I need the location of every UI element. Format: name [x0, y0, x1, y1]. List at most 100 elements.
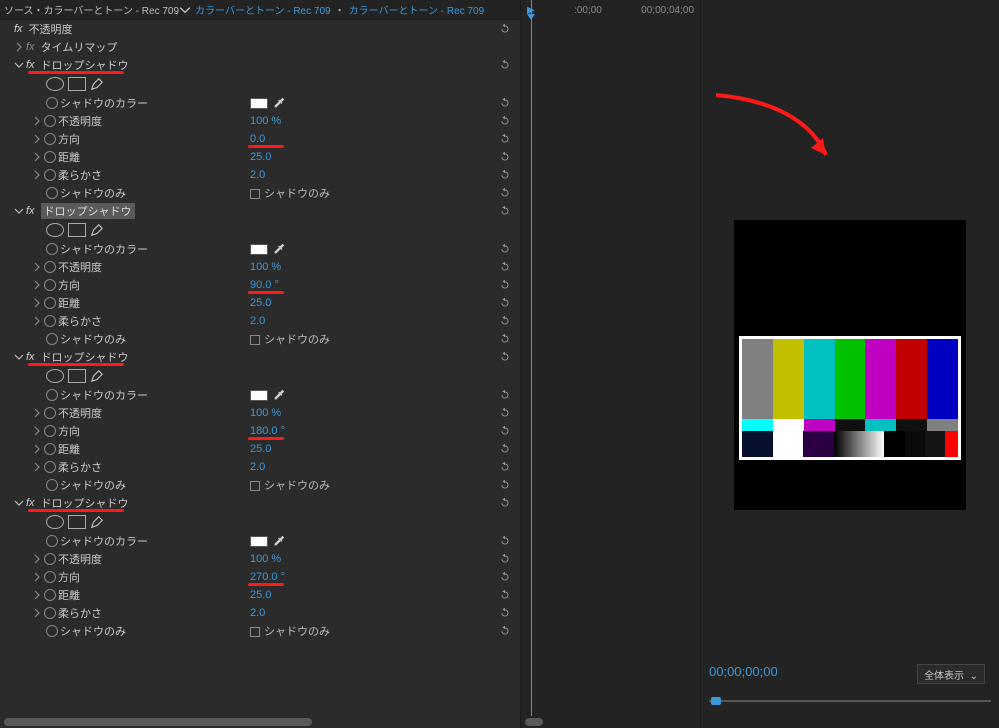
- reset-icon[interactable]: [498, 96, 514, 110]
- twirl-right-icon[interactable]: [32, 116, 42, 126]
- reset-icon[interactable]: [498, 58, 514, 72]
- reset-icon[interactable]: [498, 260, 514, 274]
- pen-mask-icon[interactable]: [90, 223, 104, 237]
- stopwatch-icon[interactable]: [46, 389, 58, 401]
- value-opacity[interactable]: 100 %: [250, 553, 281, 565]
- reset-icon[interactable]: [498, 606, 514, 620]
- value-opacity[interactable]: 100 %: [250, 115, 281, 127]
- eyedropper-icon[interactable]: [272, 388, 286, 402]
- twirl-right-icon[interactable]: [32, 462, 42, 472]
- stopwatch-icon[interactable]: [44, 133, 56, 145]
- checkbox[interactable]: [250, 627, 260, 637]
- prop-softness[interactable]: 柔らかさ 2.0: [0, 166, 520, 184]
- prop-opacity[interactable]: 不透明度 100 %: [0, 112, 520, 130]
- stopwatch-icon[interactable]: [46, 333, 58, 345]
- prop-shadow-color[interactable]: シャドウのカラー: [0, 532, 520, 550]
- playhead[interactable]: [531, 0, 532, 716]
- clip-link-1[interactable]: カラーバーとトーン - Rec 709: [195, 2, 331, 17]
- reset-icon[interactable]: [498, 442, 514, 456]
- reset-icon[interactable]: [498, 168, 514, 182]
- checkbox[interactable]: [250, 189, 260, 199]
- twirl-right-icon[interactable]: [32, 408, 42, 418]
- reset-icon[interactable]: [498, 150, 514, 164]
- twirl-right-icon[interactable]: [32, 444, 42, 454]
- effect-dropshadow-header[interactable]: fx ドロップシャドウ: [0, 494, 520, 512]
- rect-mask-icon[interactable]: [68, 515, 86, 529]
- value-direction[interactable]: 270.0 °: [250, 571, 285, 583]
- prop-direction[interactable]: 方向 180.0 °: [0, 422, 520, 440]
- effect-dropshadow-header[interactable]: fx ドロップシャドウ: [0, 348, 520, 366]
- ellipse-mask-icon[interactable]: [46, 223, 64, 237]
- reset-icon[interactable]: [498, 424, 514, 438]
- value-distance[interactable]: 25.0: [250, 589, 271, 601]
- color-swatch[interactable]: [250, 98, 268, 109]
- prop-shadow-only[interactable]: シャドウのみ シャドウのみ: [0, 622, 520, 640]
- twirl-right-icon[interactable]: [32, 554, 42, 564]
- value-softness[interactable]: 2.0: [250, 461, 265, 473]
- color-swatch[interactable]: [250, 536, 268, 547]
- stopwatch-icon[interactable]: [44, 115, 56, 127]
- stopwatch-icon[interactable]: [46, 479, 58, 491]
- stopwatch-icon[interactable]: [44, 425, 56, 437]
- reset-icon[interactable]: [498, 534, 514, 548]
- stopwatch-icon[interactable]: [44, 315, 56, 327]
- stopwatch-icon[interactable]: [46, 535, 58, 547]
- reset-icon[interactable]: [498, 204, 514, 218]
- pen-mask-icon[interactable]: [90, 369, 104, 383]
- stopwatch-icon[interactable]: [44, 279, 56, 291]
- prop-distance[interactable]: 距離 25.0: [0, 440, 520, 458]
- reset-icon[interactable]: [498, 278, 514, 292]
- value-softness[interactable]: 2.0: [250, 607, 265, 619]
- stopwatch-icon[interactable]: [46, 625, 58, 637]
- prop-opacity[interactable]: 不透明度 100 %: [0, 258, 520, 276]
- value-distance[interactable]: 25.0: [250, 151, 271, 163]
- prop-shadow-only[interactable]: シャドウのみ シャドウのみ: [0, 476, 520, 494]
- prop-direction[interactable]: 方向 270.0 °: [0, 568, 520, 586]
- value-direction[interactable]: 0.0: [250, 133, 265, 145]
- prop-softness[interactable]: 柔らかさ 2.0: [0, 312, 520, 330]
- ellipse-mask-icon[interactable]: [46, 77, 64, 91]
- reset-icon[interactable]: [498, 22, 514, 36]
- clip-link-2[interactable]: カラーバーとトーン - Rec 709: [349, 2, 485, 17]
- pen-mask-icon[interactable]: [90, 77, 104, 91]
- zoom-dropdown[interactable]: 全体表示 ⌄: [917, 664, 985, 684]
- twirl-right-icon[interactable]: [32, 152, 42, 162]
- timeline-scrollbar[interactable]: [523, 716, 698, 728]
- stopwatch-icon[interactable]: [44, 407, 56, 419]
- twirl-down-icon[interactable]: [14, 60, 24, 70]
- effect-name[interactable]: ドロップシャドウ: [41, 203, 135, 219]
- horizontal-scrollbar[interactable]: [2, 716, 518, 728]
- prop-distance[interactable]: 距離 25.0: [0, 294, 520, 312]
- stopwatch-icon[interactable]: [44, 151, 56, 163]
- checkbox[interactable]: [250, 335, 260, 345]
- prop-distance[interactable]: 距離 25.0: [0, 586, 520, 604]
- twirl-down-icon[interactable]: [14, 206, 24, 216]
- reset-icon[interactable]: [498, 132, 514, 146]
- value-direction[interactable]: 90.0 °: [250, 279, 279, 291]
- reset-icon[interactable]: [498, 350, 514, 364]
- reset-icon[interactable]: [498, 332, 514, 346]
- preview-video[interactable]: [734, 220, 966, 510]
- prop-shadow-only[interactable]: シャドウのみ シャドウのみ: [0, 184, 520, 202]
- stopwatch-icon[interactable]: [44, 553, 56, 565]
- reset-icon[interactable]: [498, 406, 514, 420]
- prop-shadow-color[interactable]: シャドウのカラー: [0, 94, 520, 112]
- twirl-down-icon[interactable]: [14, 352, 24, 362]
- rect-mask-icon[interactable]: [68, 77, 86, 91]
- value-softness[interactable]: 2.0: [250, 169, 265, 181]
- reset-icon[interactable]: [498, 496, 514, 510]
- reset-icon[interactable]: [498, 296, 514, 310]
- prop-softness[interactable]: 柔らかさ 2.0: [0, 604, 520, 622]
- twirl-right-icon[interactable]: [32, 170, 42, 180]
- twirl-right-icon[interactable]: [32, 426, 42, 436]
- effect-dropshadow-header[interactable]: fx ドロップシャドウ: [0, 202, 520, 220]
- twirl-right-icon[interactable]: [32, 316, 42, 326]
- stopwatch-icon[interactable]: [44, 297, 56, 309]
- stopwatch-icon[interactable]: [44, 261, 56, 273]
- eyedropper-icon[interactable]: [272, 96, 286, 110]
- ellipse-mask-icon[interactable]: [46, 369, 64, 383]
- twirl-right-icon[interactable]: [32, 572, 42, 582]
- stopwatch-icon[interactable]: [44, 607, 56, 619]
- pen-mask-icon[interactable]: [90, 515, 104, 529]
- color-swatch[interactable]: [250, 244, 268, 255]
